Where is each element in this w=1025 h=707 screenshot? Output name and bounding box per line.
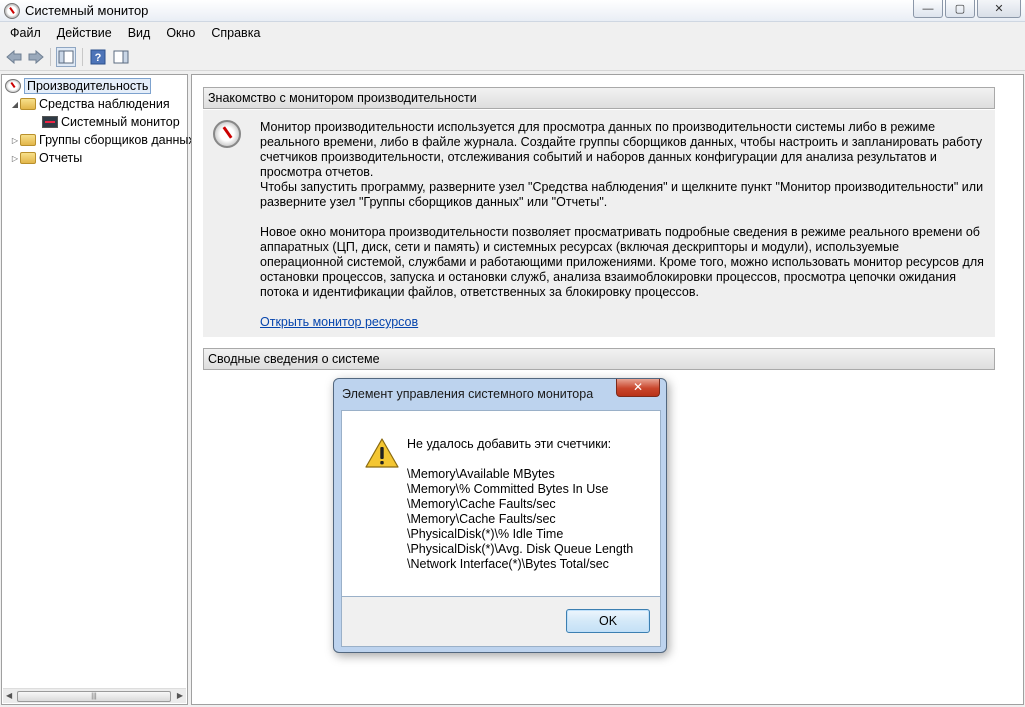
tree-item-system-monitor[interactable]: Системный монитор <box>42 113 180 131</box>
performance-monitor-icon <box>213 120 241 148</box>
show-hide-action-pane-button[interactable] <box>111 47 131 67</box>
intro-paragraph-3: Новое окно монитора производительности п… <box>260 225 984 299</box>
list-item: \Memory\Available MBytes <box>407 467 555 481</box>
tree-item-label: Отчеты <box>39 151 83 165</box>
folder-icon <box>20 152 36 164</box>
open-resource-monitor-link[interactable]: Открыть монитор ресурсов <box>260 315 418 329</box>
menu-bar: Файл Действие Вид Окно Справка <box>0 22 1025 43</box>
tree-item-performance[interactable]: Производительность <box>5 77 152 95</box>
scrollbar-thumb[interactable]: ||| <box>17 691 171 702</box>
horizontal-scrollbar[interactable]: ◀ ||| ▶ <box>3 688 186 703</box>
help-icon: ? <box>90 49 106 65</box>
list-item: \Network Interface(*)\Bytes Total/sec <box>407 557 609 571</box>
intro-section: Монитор производительности используется … <box>203 110 995 337</box>
ok-button[interactable]: OK <box>566 609 650 633</box>
system-summary-section-header[interactable]: Сводные сведения о системе <box>203 348 995 370</box>
menu-view[interactable]: Вид <box>120 23 159 43</box>
tree-item-reports[interactable]: ▷ Отчеты <box>10 149 82 167</box>
list-item: \PhysicalDisk(*)\% Idle Time <box>407 527 564 541</box>
list-item: \PhysicalDisk(*)\Avg. Disk Queue Length <box>407 542 634 556</box>
menu-action[interactable]: Действие <box>49 23 120 43</box>
system-monitor-icon <box>42 116 58 128</box>
tree-item-label: Средства наблюдения <box>39 97 170 111</box>
error-dialog: Элемент управления системного монитора ✕… <box>333 378 667 653</box>
title-bar[interactable]: Системный монитор — ▢ ✕ <box>0 0 1025 22</box>
minimize-button[interactable]: — <box>913 0 943 18</box>
main-window: Системный монитор — ▢ ✕ Файл Действие Ви… <box>0 0 1025 707</box>
folder-icon <box>20 98 36 110</box>
close-button[interactable]: ✕ <box>977 0 1021 18</box>
toolbar-separator <box>82 48 83 66</box>
help-glyph: ? <box>95 52 102 64</box>
show-hide-console-tree-button[interactable] <box>56 47 76 67</box>
toolbar-separator <box>50 48 51 66</box>
scroll-right-icon[interactable]: ▶ <box>177 691 183 700</box>
expand-arrow-icon[interactable]: ▷ <box>10 154 20 163</box>
list-item: \Memory\% Committed Bytes In Use <box>407 482 609 496</box>
dialog-body: Не удалось добавить эти счетчики: \Memor… <box>341 410 661 597</box>
intro-section-header[interactable]: Знакомство с монитором производительност… <box>203 87 995 109</box>
arrow-right-icon <box>28 50 44 64</box>
intro-paragraph-1: Монитор производительности используется … <box>260 120 983 179</box>
folder-icon <box>20 134 36 146</box>
list-item: \Memory\Cache Faults/sec <box>407 512 556 526</box>
intro-paragraph-2: Чтобы запустить программу, разверните уз… <box>260 180 984 209</box>
tree-item-monitoring-tools[interactable]: ◢ Средства наблюдения <box>10 95 170 113</box>
menu-window[interactable]: Окно <box>158 23 203 43</box>
performance-monitor-icon <box>4 3 20 19</box>
caption-buttons: — ▢ ✕ <box>911 0 1021 18</box>
arrow-left-icon <box>6 50 22 64</box>
warning-icon <box>365 438 399 468</box>
menu-help[interactable]: Справка <box>203 23 268 43</box>
tree-item-label: Производительность <box>24 78 152 94</box>
forward-button[interactable] <box>26 47 46 67</box>
dialog-message: Не удалось добавить эти счетчики: <box>407 437 612 451</box>
dialog-footer: OK <box>341 597 661 647</box>
tree-item-label: Системный монитор <box>61 115 180 129</box>
back-button[interactable] <box>4 47 24 67</box>
menu-file[interactable]: Файл <box>0 23 49 43</box>
failed-counters-list: \Memory\Available MBytes \Memory\% Commi… <box>407 467 633 572</box>
maximize-button[interactable]: ▢ <box>945 0 975 18</box>
console-tree-icon <box>58 50 74 64</box>
help-button[interactable]: ? <box>88 47 108 67</box>
action-pane-icon <box>113 50 129 64</box>
expand-arrow-icon[interactable]: ▷ <box>10 136 20 145</box>
dialog-title: Элемент управления системного монитора <box>342 387 594 401</box>
console-tree[interactable]: Производительность ◢ Средства наблюдения… <box>1 74 195 705</box>
performance-icon <box>5 79 21 93</box>
window-title: Системный монитор <box>25 3 149 18</box>
dialog-close-button[interactable]: ✕ <box>616 379 660 397</box>
tree-item-data-collector-sets[interactable]: ▷ Группы сборщиков данных <box>10 131 195 149</box>
collapse-arrow-icon[interactable]: ◢ <box>10 100 20 109</box>
list-item: \Memory\Cache Faults/sec <box>407 497 556 511</box>
scroll-left-icon[interactable]: ◀ <box>6 691 12 700</box>
toolbar: ? <box>0 43 1025 71</box>
tree-item-label: Группы сборщиков данных <box>39 133 195 147</box>
